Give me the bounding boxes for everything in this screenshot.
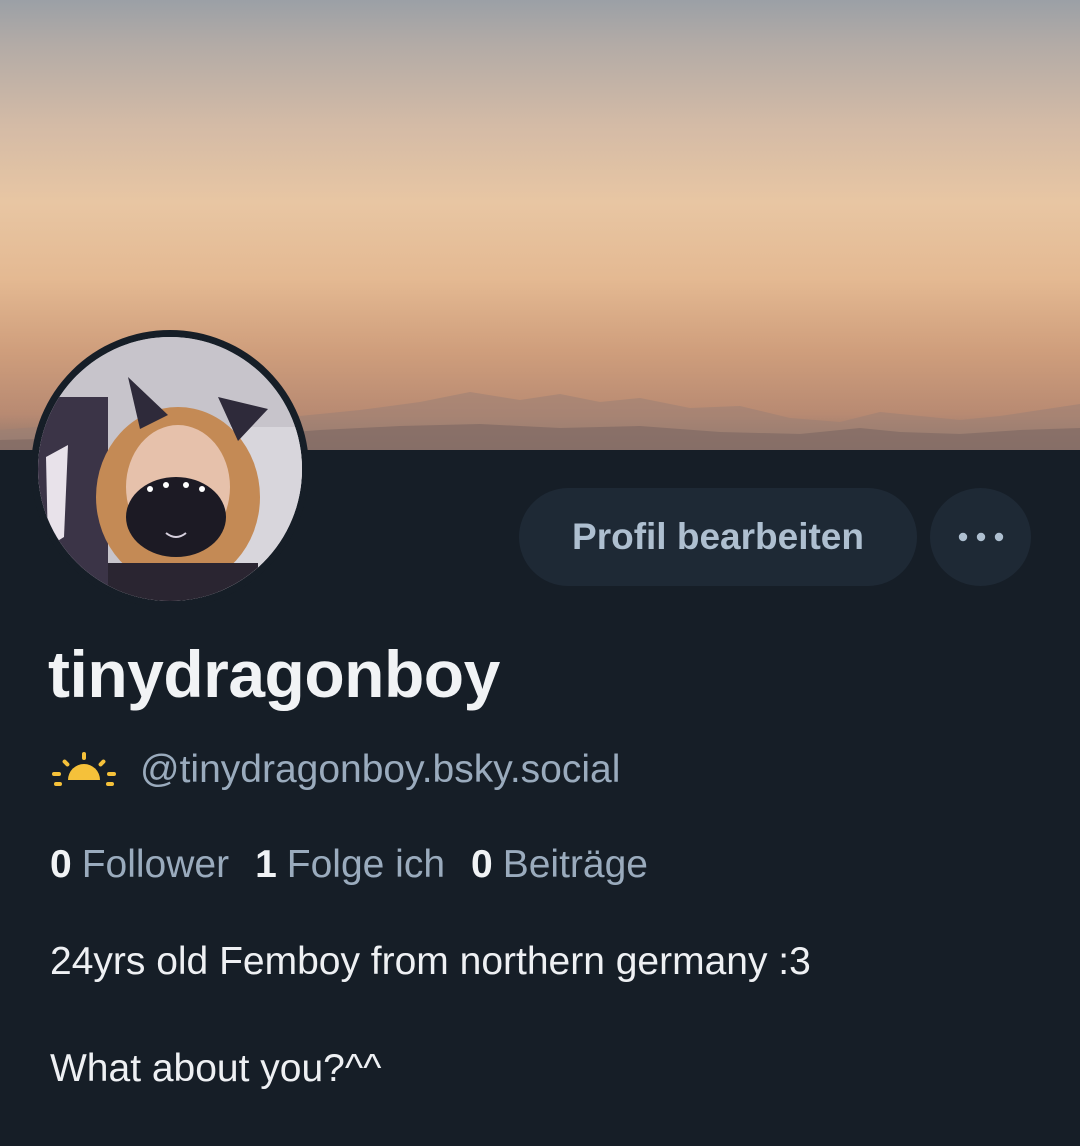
posts-count: 0 Beiträge (471, 843, 648, 887)
display-name: tinydragonboy (48, 637, 500, 711)
stat-label: Follower (81, 843, 230, 886)
stat-label: Folge ich (286, 843, 446, 886)
bio-line: 24yrs old Femboy from northern germany :… (50, 940, 811, 983)
profile-bio: 24yrs old Femboy from northern germany :… (50, 935, 1050, 1096)
following-count[interactable]: 1 Folge ich (255, 843, 445, 887)
avatar[interactable] (38, 337, 302, 601)
stat-value: 0 (50, 843, 72, 886)
more-options-button[interactable] (930, 488, 1031, 586)
sunrise-icon (52, 752, 116, 786)
edit-profile-button[interactable]: Profil bearbeiten (519, 488, 917, 586)
ellipsis-icon (958, 532, 1003, 542)
bio-line: What about you?^^ (50, 1047, 382, 1090)
stat-value: 0 (471, 843, 493, 886)
handle-row: @tinydragonboy.bsky.social (50, 746, 620, 794)
stat-value: 1 (255, 843, 277, 886)
avatar-image (38, 337, 302, 601)
stat-label: Beiträge (502, 843, 648, 886)
profile-stats: 0 Follower 1 Folge ich 0 Beiträge (50, 840, 674, 890)
handle[interactable]: @tinydragonboy.bsky.social (140, 748, 620, 792)
followers-count[interactable]: 0 Follower (50, 843, 229, 887)
